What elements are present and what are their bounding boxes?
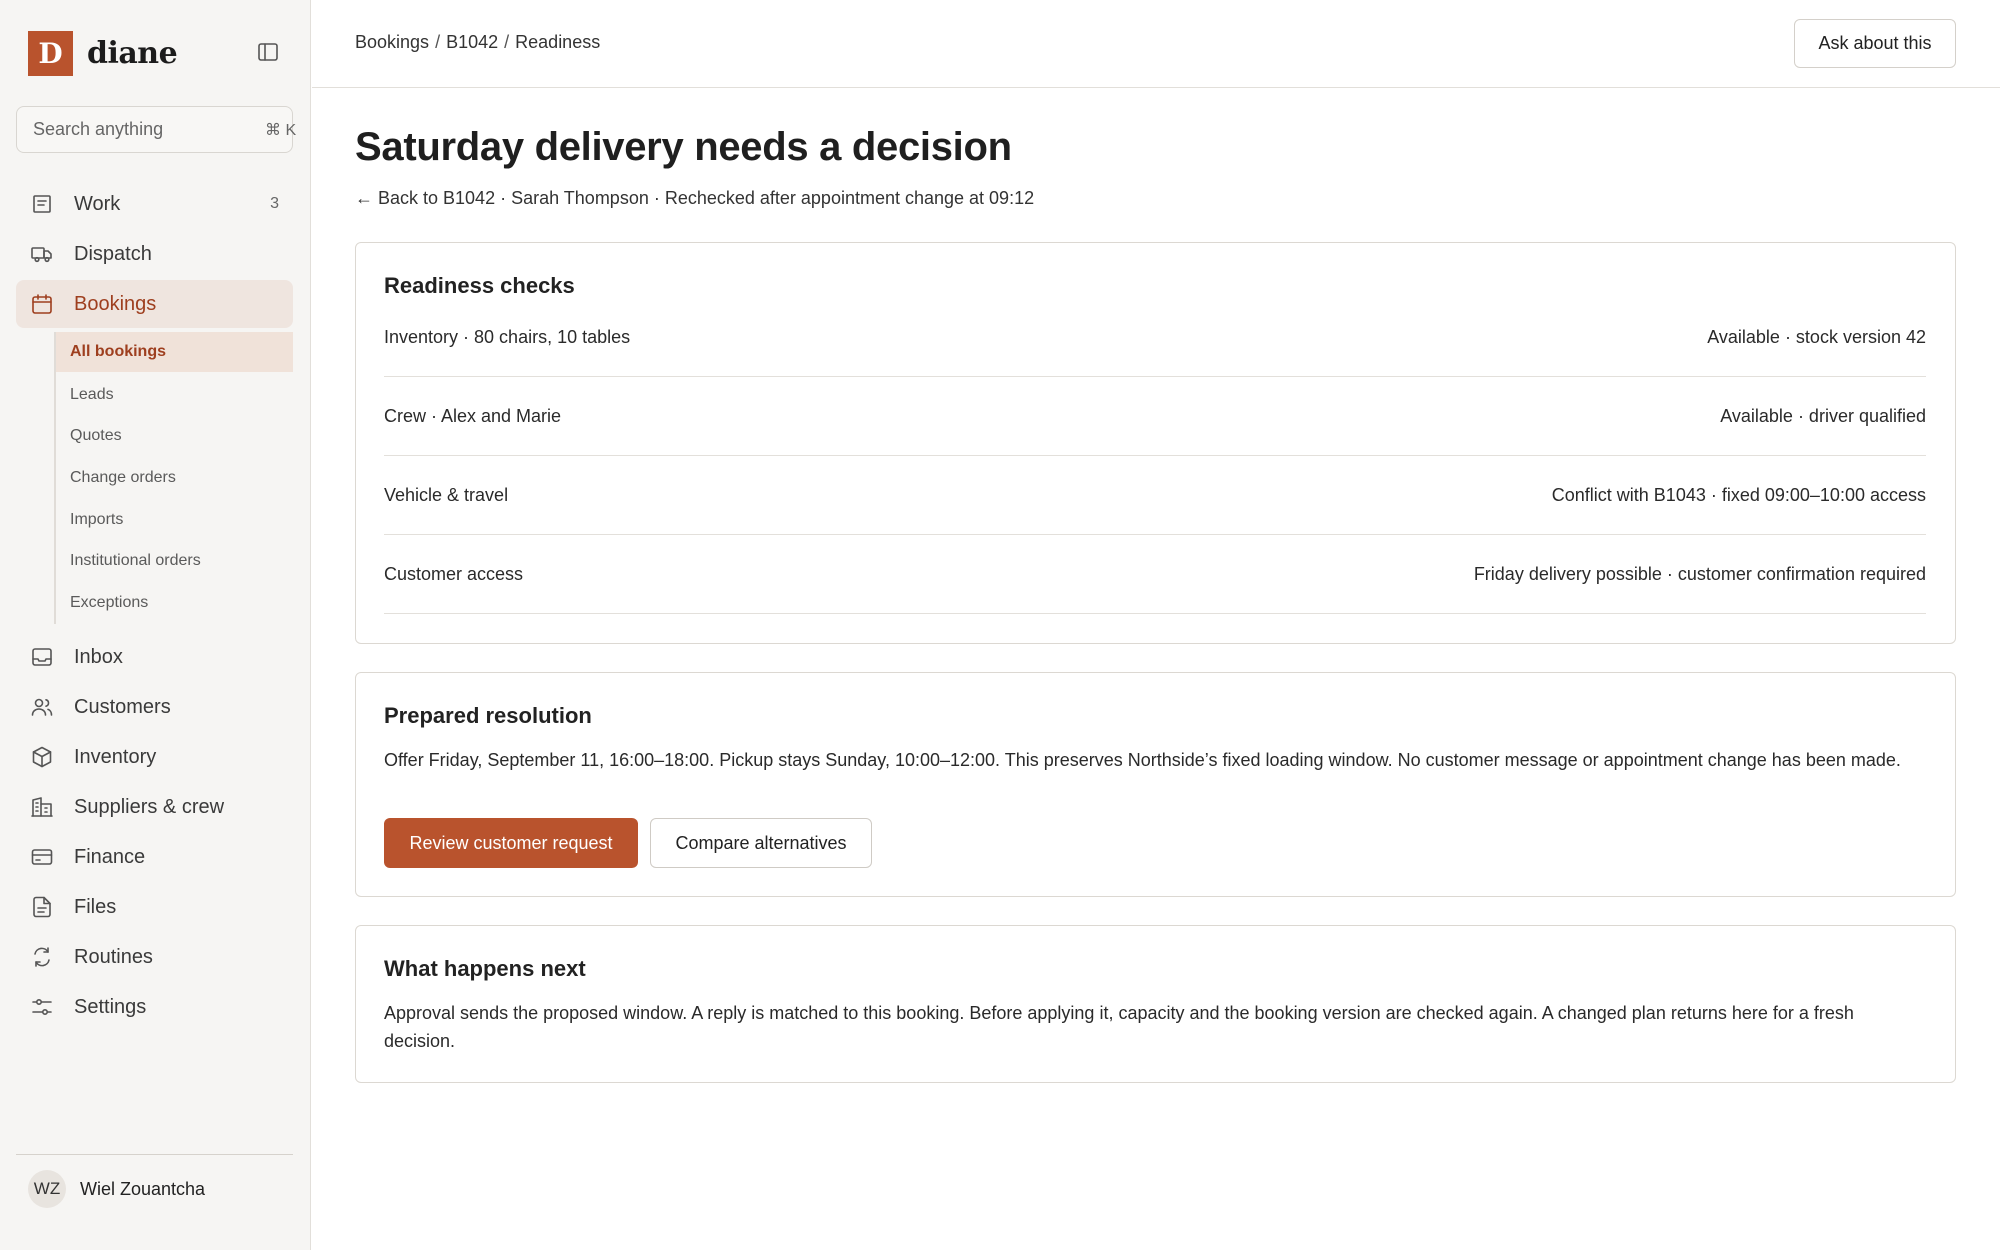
truck-icon — [30, 242, 54, 266]
user-profile[interactable]: WZ Wiel Zouantcha — [28, 1170, 205, 1208]
brand-logo: D — [28, 30, 73, 76]
breadcrumb-separator: / — [504, 32, 510, 52]
file-icon — [30, 895, 54, 919]
nav-item-label: Bookings — [74, 292, 157, 315]
check-row: Inventory · 80 chairs, 10 tables Availab… — [384, 298, 1926, 377]
check-label: Customer access — [384, 563, 524, 584]
nav-item-customers[interactable]: Customers — [16, 683, 293, 731]
nav-item-finance[interactable]: Finance — [16, 833, 293, 881]
search-box[interactable]: ⌘ K — [16, 106, 297, 153]
check-row: Crew · Alex and Marie Available · driver… — [384, 377, 1926, 456]
nav-item-label: Customers — [74, 695, 171, 718]
nav-item-dispatch[interactable]: Dispatch — [16, 230, 293, 278]
nav-item-label: Work — [74, 192, 121, 215]
breadcrumb-item-current: Readiness — [515, 32, 601, 52]
nav-item-label: Settings — [74, 995, 147, 1018]
inbox-icon — [30, 645, 54, 669]
box-icon — [30, 745, 54, 769]
subnav-item-institutional-orders[interactable]: Institutional orders — [56, 540, 293, 582]
nav-item-label: Finance — [74, 845, 146, 868]
topbar: Bookings / B1042/Readiness Ask about this — [312, 0, 2000, 88]
check-label: Vehicle & travel — [384, 484, 509, 505]
next-title: What happens next — [384, 956, 586, 981]
search-shortcut: ⌘ K — [265, 121, 297, 139]
nav-item-settings[interactable]: Settings — [16, 983, 293, 1031]
users-icon — [30, 695, 54, 719]
check-status: Friday delivery possible · customer conf… — [1473, 563, 1926, 584]
sidebar: D diane ⌘ K Work 3 Dispatch Bookings All… — [0, 0, 311, 1250]
next-text: Approval sends the proposed window. A re… — [384, 1003, 1854, 1051]
check-status: Conflict with B1043 · fixed 09:00–10:00 … — [1551, 484, 1926, 505]
sidebar-toggle-icon[interactable] — [256, 40, 280, 64]
next-card: What happens next Approval sends the pro… — [355, 925, 1956, 1083]
nav-item-label: Routines — [74, 945, 153, 968]
subnav-item-change-orders[interactable]: Change orders — [56, 457, 293, 499]
nav-item-label: Inbox — [74, 645, 123, 668]
back-link[interactable]: ← Back to B1042 — [355, 188, 495, 208]
nav-item-work[interactable]: Work 3 — [16, 180, 293, 228]
brand-name: diane — [87, 35, 178, 71]
subnav-item-quotes[interactable]: Quotes — [56, 415, 293, 457]
nav-item-label: Files — [74, 895, 117, 918]
avatar: WZ — [28, 1170, 66, 1208]
bookings-subnav: All bookings Leads Quotes Change orders … — [54, 332, 293, 624]
breadcrumb: Bookings / B1042/Readiness — [355, 32, 600, 53]
resolution-text: Offer Friday, September 11, 16:00–18:00.… — [384, 750, 1901, 770]
sidebar-divider — [16, 1154, 293, 1155]
nav-item-label: Inventory — [74, 745, 157, 768]
subnav-item-exceptions[interactable]: Exceptions — [56, 582, 293, 624]
breadcrumb-item-bookings[interactable]: Bookings — [355, 32, 429, 52]
readiness-title: Readiness checks — [384, 273, 575, 298]
list-icon — [30, 192, 54, 216]
subnav-item-all-bookings[interactable]: All bookings — [56, 332, 293, 372]
nav-item-inventory[interactable]: Inventory — [16, 733, 293, 781]
check-label: Crew · Alex and Marie — [384, 405, 562, 426]
building-icon — [30, 795, 54, 819]
check-status: Available · driver qualified — [1720, 405, 1926, 426]
check-label: Inventory · 80 chairs, 10 tables — [384, 326, 631, 347]
nav-item-count: 3 — [270, 195, 279, 212]
user-name: Wiel Zouantcha — [80, 1178, 206, 1199]
breadcrumb-separator: / — [435, 32, 441, 52]
subnav-item-imports[interactable]: Imports — [56, 499, 293, 541]
check-status: Available · stock version 42 — [1707, 326, 1926, 347]
subnav-item-leads[interactable]: Leads — [56, 374, 293, 416]
brand[interactable]: D diane — [28, 30, 178, 76]
nav-item-routines[interactable]: Routines — [16, 933, 293, 981]
nav-item-inbox[interactable]: Inbox — [16, 633, 293, 681]
check-row: Vehicle & travel Conflict with B1043 · f… — [384, 456, 1926, 535]
sliders-icon — [30, 995, 54, 1019]
nav-item-label: Dispatch — [74, 242, 152, 265]
page-subline: ← Back to B1042 · Sarah Thompson · Reche… — [355, 188, 1034, 209]
review-customer-request-button[interactable]: Review customer request — [384, 818, 638, 868]
readiness-card: Readiness checks Inventory · 80 chairs, … — [355, 242, 1956, 644]
ask-about-this-button[interactable]: Ask about this — [1794, 19, 1956, 68]
routine-icon — [30, 945, 54, 969]
nav-item-files[interactable]: Files — [16, 883, 293, 931]
card-icon — [30, 845, 54, 869]
nav-item-label: Suppliers & crew — [74, 795, 225, 818]
nav-item-bookings[interactable]: Bookings — [16, 280, 293, 328]
compare-alternatives-button[interactable]: Compare alternatives — [650, 818, 872, 868]
nav-item-suppliers-crew[interactable]: Suppliers & crew — [16, 783, 293, 831]
breadcrumb-item-booking[interactable]: B1042 — [446, 32, 498, 52]
calendar-icon — [30, 292, 54, 316]
check-row: Customer access Friday delivery possible… — [384, 535, 1926, 614]
page-title: Saturday delivery needs a decision — [355, 125, 1012, 169]
resolution-card: Prepared resolution Offer Friday, Septem… — [355, 672, 1956, 897]
page-subline-meta: · Sarah Thompson · Rechecked after appoi… — [495, 188, 1035, 208]
resolution-title: Prepared resolution — [384, 703, 592, 728]
search-input[interactable] — [33, 119, 265, 140]
